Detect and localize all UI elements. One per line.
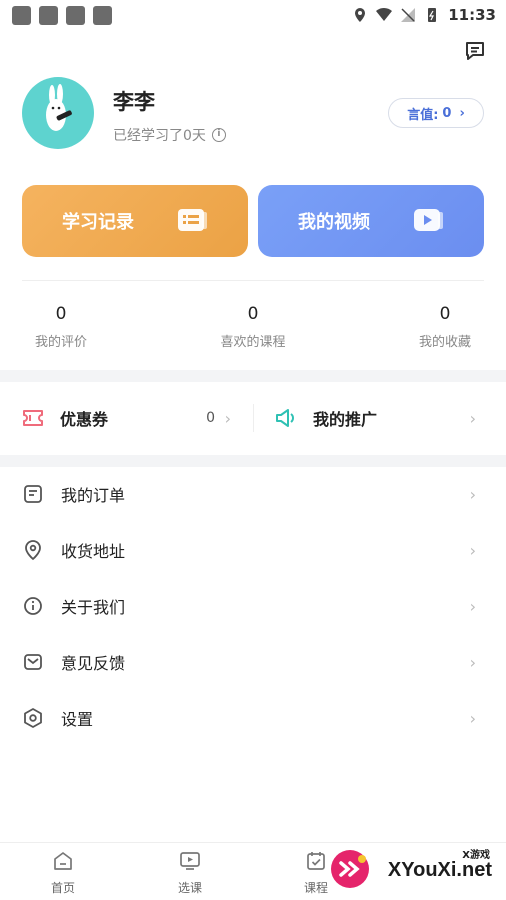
coupon-icon [23,410,43,426]
study-record-label: 学习记录 [62,212,134,233]
username: 李李 [113,90,155,114]
stat-label: 我的评价 [34,335,87,350]
chevron-right-icon: › [224,408,231,428]
study-days-text: 已经学习了0天 [113,128,206,144]
system-icons: 11:33 [352,6,496,24]
chevron-right-icon: › [469,596,476,616]
watermark: X游戏 XYouXi.net [328,845,498,895]
list-card-icon [178,209,207,231]
menu-item-about[interactable]: 关于我们 › [0,578,506,634]
message-icon[interactable] [464,40,486,62]
wifi-icon [376,7,393,22]
promotion-item[interactable]: 我的推广 › [253,382,506,454]
status-time: 11:33 [448,6,496,24]
settings-icon [22,707,44,729]
menu-label: 我的订单 [61,486,126,505]
stat-label: 喜欢的课程 [220,335,286,350]
my-video-card[interactable]: 我的视频 [258,185,484,257]
coupon-label: 优惠券 [60,410,109,429]
menu-item-orders[interactable]: 我的订单 › [0,466,506,522]
chevron-right-icon: › [469,708,476,728]
home-icon [54,852,72,870]
stat-my-favorites[interactable]: 0 我的收藏 [395,304,495,350]
tv-icon [180,852,200,870]
calendar-check-icon [307,852,325,870]
menu-label: 设置 [61,710,94,729]
tab-label: 选课 [177,881,202,895]
menu-item-feedback[interactable]: 意见反馈 › [0,634,506,690]
divider [22,280,484,281]
stat-value: 0 [439,304,451,324]
study-record-card[interactable]: 学习记录 [22,185,248,257]
battery-icon [428,8,437,22]
promotion-label: 我的推广 [313,410,378,429]
menu-label: 收货地址 [61,542,126,561]
value-number: 0 [442,105,452,121]
tab-home[interactable]: 首页 [33,851,93,896]
info-icon[interactable]: i [211,128,226,142]
image-notification-icon [66,5,85,25]
chevron-right-icon: › [459,105,465,121]
coupon-count: 0 [206,410,215,426]
stat-value: 0 [55,304,67,324]
stat-liked-courses[interactable]: 0 喜欢的课程 [203,304,303,350]
menu-label: 意见反馈 [61,654,126,673]
watermark-text: XYouXi.net [387,859,492,881]
chevron-right-icon: › [469,652,476,672]
mail-icon [22,651,44,673]
info-icon [22,595,44,617]
avatar[interactable] [22,77,94,149]
stat-my-reviews[interactable]: 0 我的评价 [11,304,111,350]
stat-label: 我的收藏 [418,335,471,350]
megaphone-icon [276,409,294,427]
location-status-icon [355,8,366,22]
coupon-promotion-row: 优惠券 0 › 我的推广 › [0,382,506,454]
status-bar: 11:33 [0,0,506,30]
tab-course-select[interactable]: 选课 [160,851,220,896]
my-video-label: 我的视频 [298,212,370,233]
stat-value: 0 [247,304,259,324]
order-icon [22,483,44,505]
menu-label: 关于我们 [61,598,126,617]
location-icon [22,539,44,561]
menu-item-settings[interactable]: 设置 › [0,690,506,746]
notification-icon [39,5,58,25]
coupon-item[interactable]: 优惠券 0 › [0,382,253,454]
notification-icon [12,5,31,25]
gamepad-logo-icon [331,850,369,888]
video-card-icon [414,209,443,231]
section-separator [0,370,506,382]
chevron-right-icon: › [469,540,476,560]
rabbit-avatar-icon [46,84,72,131]
value-badge[interactable]: 言值: 0 › [388,98,484,128]
notification-icon [93,5,112,25]
tab-label: 首页 [50,881,75,895]
value-label: 言值: [407,107,439,123]
study-days: 已经学习了0天 i [113,125,226,145]
chevron-right-icon: › [469,484,476,504]
menu-item-address[interactable]: 收货地址 › [0,522,506,578]
no-signal-icon [401,8,416,22]
notification-icons [12,5,112,25]
chevron-right-icon: › [469,408,476,428]
